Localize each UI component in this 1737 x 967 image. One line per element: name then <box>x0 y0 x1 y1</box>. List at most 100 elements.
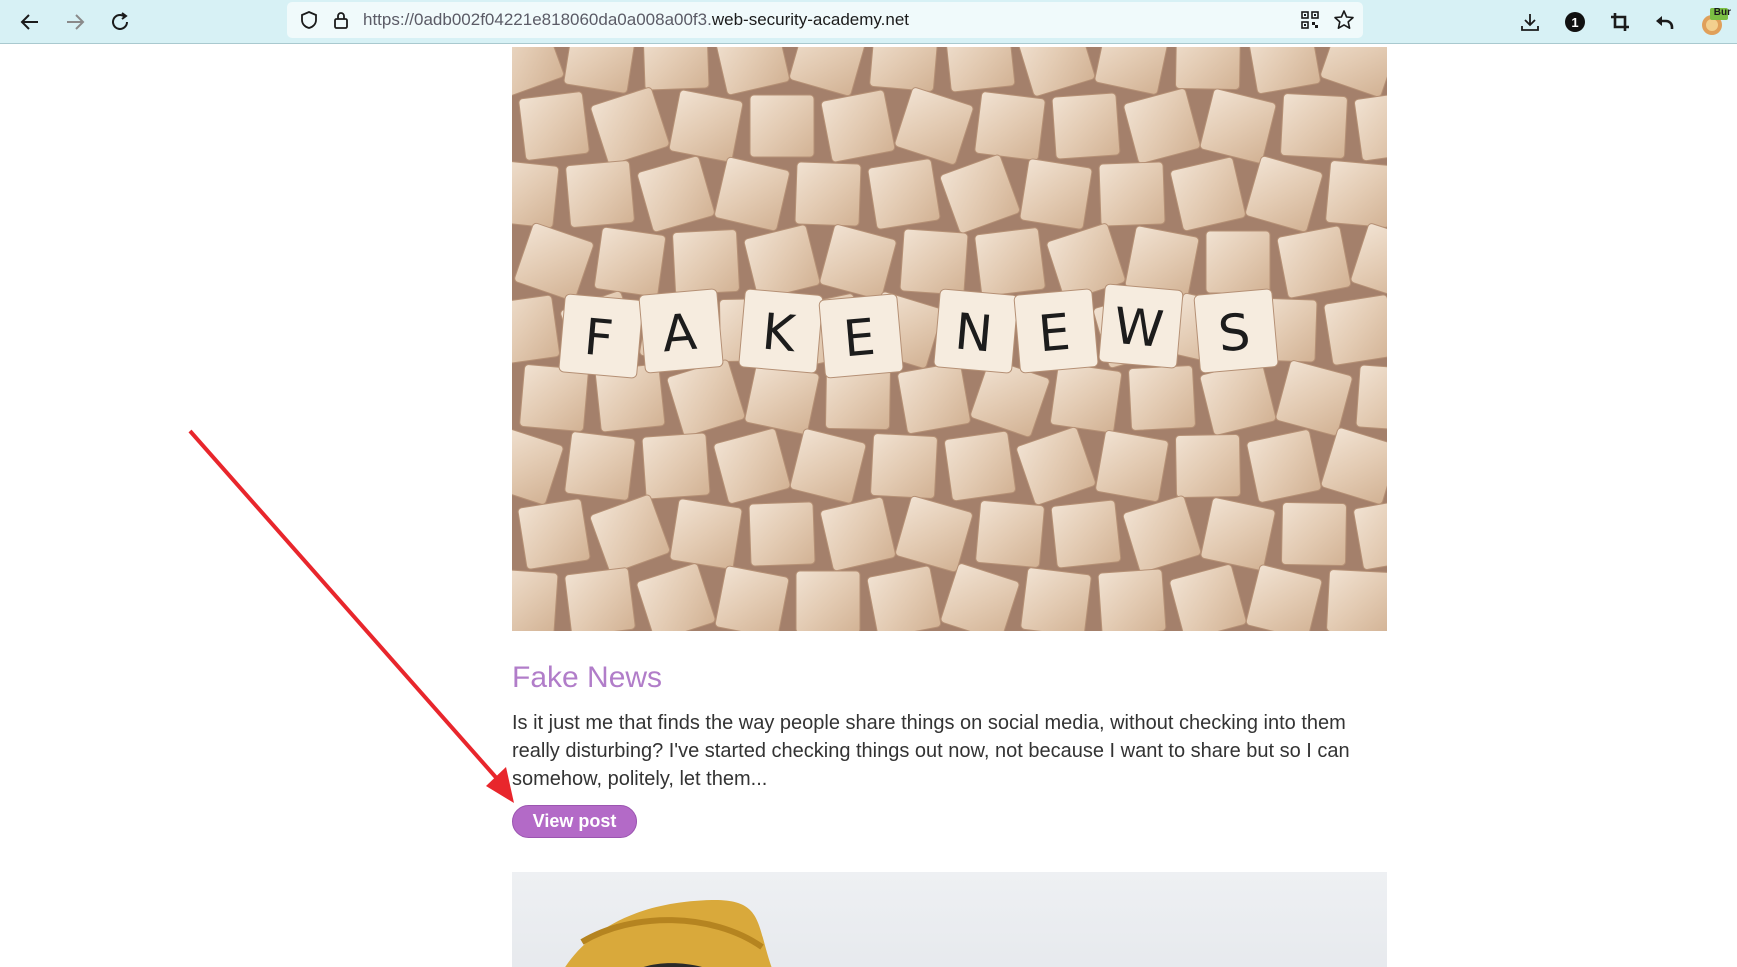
svg-text:W: W <box>1112 297 1166 359</box>
page-content: FAKENEWS Fake News Is it just me that fi… <box>0 44 1737 967</box>
letter-tile: W <box>1098 283 1184 369</box>
post-title[interactable]: Fake News <box>512 661 662 695</box>
wood-tile <box>517 498 591 570</box>
wood-tile <box>1098 161 1166 227</box>
wood-tile <box>870 433 938 499</box>
wood-tile <box>1050 499 1122 569</box>
url-prefix: https://0adb002f04221e818060da0a008a00f3… <box>363 10 712 29</box>
wood-tile <box>820 89 896 163</box>
wood-tile <box>641 432 711 500</box>
wood-tile <box>1246 429 1322 503</box>
letter-tile: S <box>1193 288 1279 374</box>
post-image[interactable]: FAKENEWS <box>512 47 1387 631</box>
wood-tile <box>1097 568 1167 631</box>
burp-extension-button[interactable]: Bur <box>1695 6 1731 38</box>
letter-tile: E <box>818 293 904 379</box>
password-manager-button[interactable]: 1 <box>1559 6 1591 38</box>
qr-code-button[interactable] <box>1294 4 1326 36</box>
wood-tile <box>944 47 1016 93</box>
svg-text:S: S <box>1216 303 1253 364</box>
arrow-right-icon <box>67 14 85 30</box>
wood-tile <box>944 430 1016 502</box>
arrow-left-icon <box>20 14 38 30</box>
svg-text:E: E <box>1036 303 1073 364</box>
letter-tile: E <box>1013 288 1099 374</box>
wood-tile <box>1325 160 1387 228</box>
browser-toolbar: https://0adb002f04221e818060da0a008a00f3… <box>0 0 1737 44</box>
hat-person-image <box>565 899 772 967</box>
wood-tile <box>974 227 1046 297</box>
wood-tile <box>1205 230 1271 294</box>
wood-tile <box>794 161 862 227</box>
wood-tile <box>714 565 790 631</box>
wood-tile <box>642 47 710 91</box>
wood-tile <box>672 229 740 295</box>
site-info-button[interactable] <box>325 4 357 36</box>
wood-tile <box>1280 93 1348 159</box>
wood-tile <box>869 47 939 92</box>
wood-tile <box>1355 364 1387 432</box>
wood-tile <box>512 159 560 229</box>
undo-icon <box>1656 16 1674 29</box>
wood-tile <box>975 500 1045 568</box>
wood-tile <box>1019 158 1093 230</box>
url-domain: web-security-academy.net <box>711 10 909 29</box>
svg-text:K: K <box>760 303 799 364</box>
wood-tile <box>519 364 589 432</box>
extension-badge: Bur <box>1713 7 1731 18</box>
wood-tile <box>1323 294 1387 366</box>
shield-icon <box>301 11 317 29</box>
wood-tile <box>668 89 744 163</box>
letter-tile: K <box>738 288 824 374</box>
wood-tile <box>867 158 941 230</box>
svg-text:N: N <box>953 302 995 363</box>
wood-tile <box>795 570 861 631</box>
letter-tile: F <box>558 293 644 379</box>
wood-tile <box>1051 92 1121 160</box>
url-text[interactable]: https://0adb002f04221e818060da0a008a00f3… <box>363 10 909 30</box>
wood-tile <box>1326 569 1387 631</box>
star-icon <box>1334 10 1354 29</box>
crop-button[interactable] <box>1604 6 1636 38</box>
scrabble-tiles-image: FAKENEWS <box>512 47 1387 631</box>
wood-tile <box>1095 430 1169 502</box>
reload-button[interactable] <box>104 6 136 38</box>
wood-tile <box>594 226 666 298</box>
wood-tile <box>899 228 969 296</box>
bookmark-button[interactable] <box>1328 4 1360 36</box>
wood-tile <box>512 568 559 631</box>
address-bar[interactable]: https://0adb002f04221e818060da0a008a00f3… <box>287 2 1363 38</box>
wood-tile <box>1050 362 1122 434</box>
wood-tile <box>512 294 560 366</box>
wood-tile <box>1200 497 1276 571</box>
password-manager-icon: 1 <box>1565 12 1585 32</box>
wood-tile <box>1276 225 1352 299</box>
wood-tile <box>897 362 971 434</box>
wood-tile <box>518 91 590 161</box>
letter-tile: A <box>638 288 724 374</box>
next-post-image[interactable] <box>512 872 1387 967</box>
svg-text:F: F <box>582 308 616 368</box>
letter-tile: N <box>933 288 1019 374</box>
download-icon <box>1521 14 1539 31</box>
reload-icon <box>112 12 128 30</box>
wood-tile <box>1175 47 1241 90</box>
wood-tile <box>1020 567 1092 631</box>
wood-tile <box>974 91 1046 161</box>
wood-tile <box>748 501 816 567</box>
crop-icon <box>1611 13 1629 31</box>
wood-tile <box>669 498 743 570</box>
svg-text:E: E <box>841 308 878 369</box>
downloads-button[interactable] <box>1514 6 1546 38</box>
tracking-protection-button[interactable] <box>293 4 325 36</box>
back-button[interactable] <box>14 6 46 38</box>
wood-tile <box>564 431 636 501</box>
forward-button[interactable] <box>59 6 91 38</box>
wood-tile <box>1128 365 1196 431</box>
svg-text:1: 1 <box>1571 15 1578 30</box>
wood-tile <box>564 567 636 631</box>
view-post-button[interactable]: View post <box>512 805 637 838</box>
lock-icon <box>334 12 348 29</box>
undo-button[interactable] <box>1648 6 1680 38</box>
post-summary: Is it just me that finds the way people … <box>512 712 1350 790</box>
